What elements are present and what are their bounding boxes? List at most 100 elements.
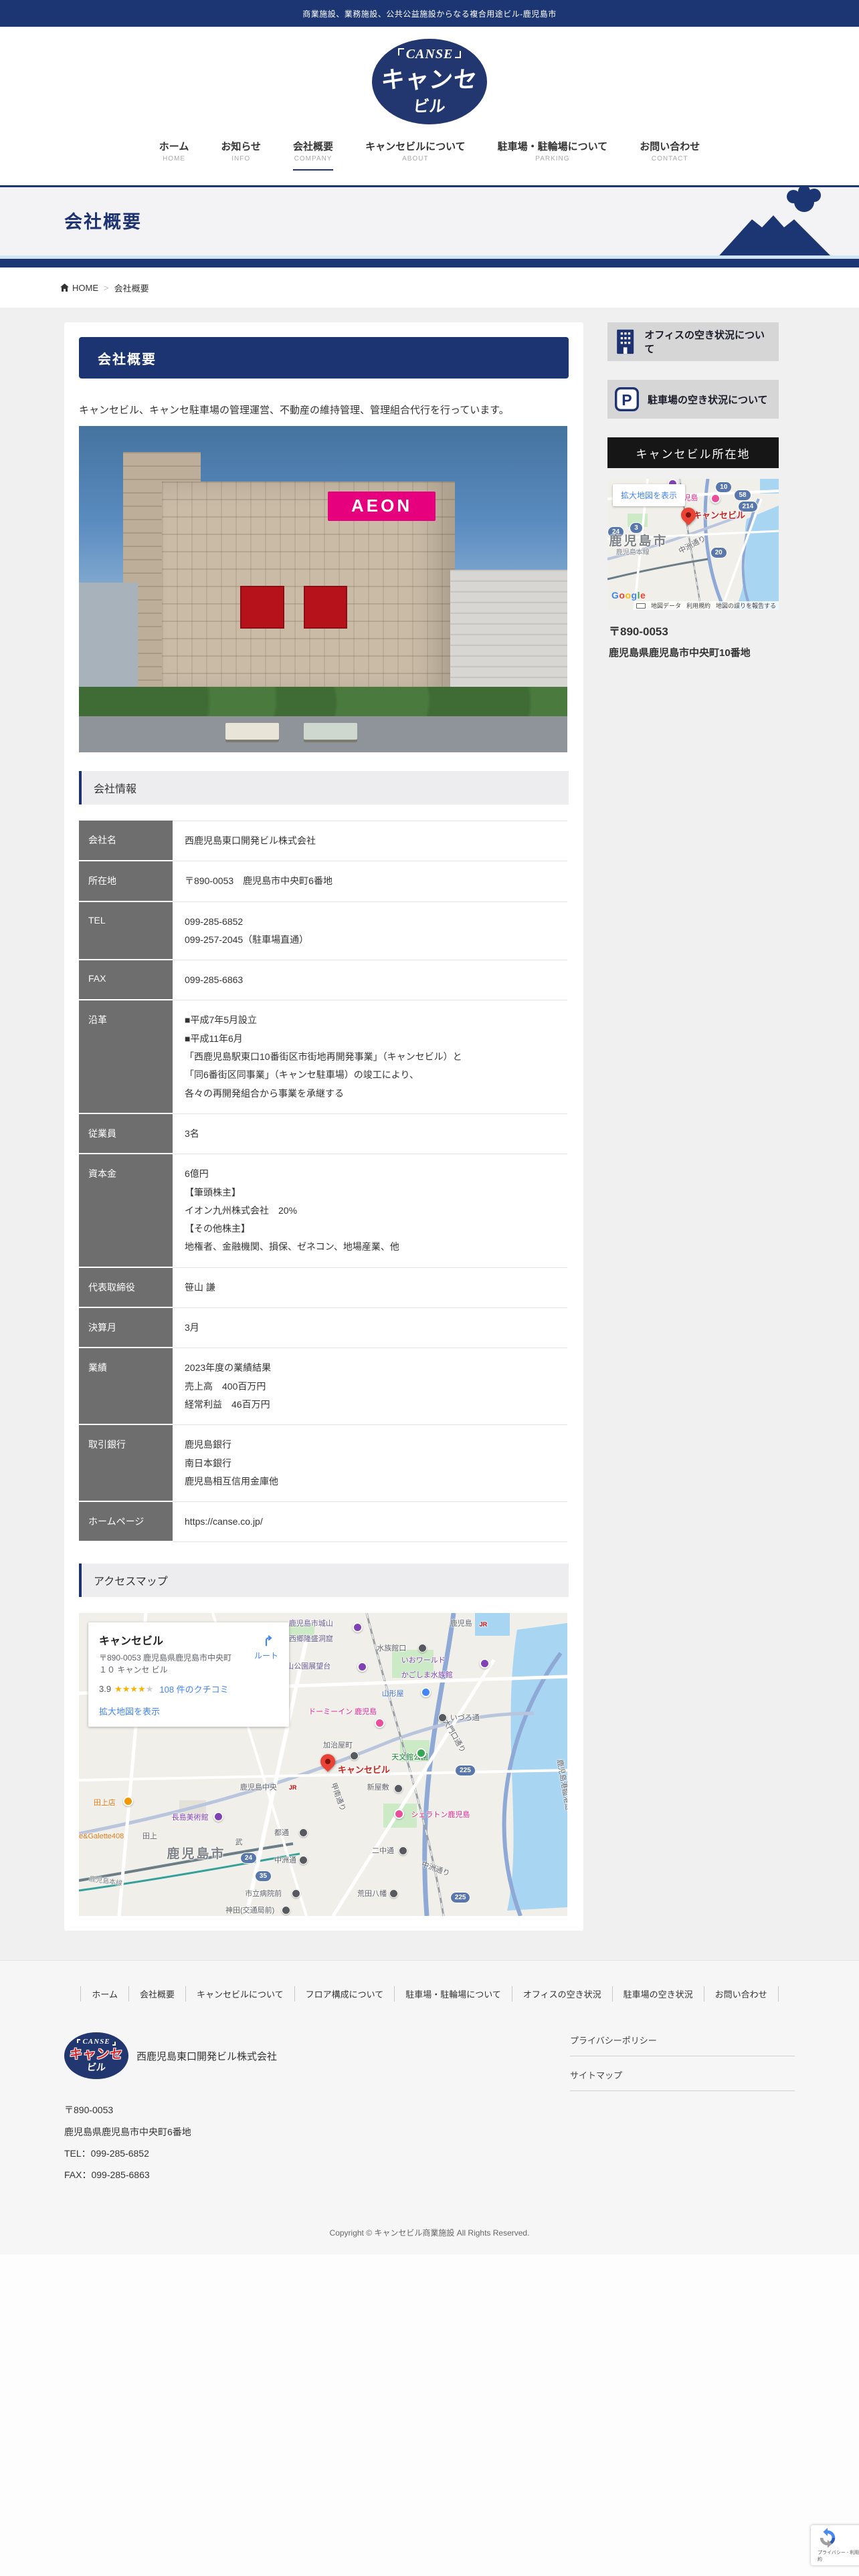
map-label: 加治屋町	[323, 1741, 353, 1749]
logo-bracket-icon	[397, 48, 404, 56]
expand-map-button[interactable]: 拡大地図を表示	[613, 484, 686, 506]
top-tagline-bar: 商業施設、業務施設、公共公益施設からなる複合用途ビル-鹿児島市	[0, 0, 859, 27]
privacy-policy-link[interactable]: プライバシーポリシー	[570, 2034, 795, 2057]
building-icon	[617, 329, 634, 354]
breadcrumb-home-link[interactable]: HOME	[60, 283, 98, 293]
footer-left: CANSE キャンセ ビル 西鹿児島東口開発ビル株式会社 〒890-0053 鹿…	[64, 2032, 277, 2185]
nav-item-parking[interactable]: 駐車場・駐輪場について PARKING	[498, 139, 608, 171]
table-row: FAX 099-285-6863	[79, 960, 567, 1001]
parking-icon: P	[615, 387, 639, 411]
table-row: 代表取締役 笹山 謙	[79, 1267, 567, 1309]
row-label: FAX	[79, 960, 173, 1001]
footer-logo-suffix: ビル	[86, 2062, 106, 2073]
map-label: 武	[235, 1838, 243, 1846]
map-label: いづろ通	[450, 1713, 480, 1722]
map-poi-icon	[122, 1796, 133, 1807]
footer-tel: TEL：099-285-6852	[64, 2147, 149, 2159]
sidebar-postal-code: 〒890-0053	[609, 625, 668, 638]
nav-item-about[interactable]: キャンセビルについて ABOUT	[365, 139, 466, 171]
photo-building-right	[450, 569, 567, 707]
map-label: JR	[479, 1620, 488, 1628]
row-label: 所在地	[79, 861, 173, 902]
office-vacancy-button[interactable]: オフィスの空き状況について	[607, 322, 779, 361]
site-header: CANSE キャンセ ビル ホーム HOME お知らせ INFO 会社概要 COMPANY…	[0, 27, 859, 185]
map-data-label[interactable]: 地図データ	[651, 601, 681, 610]
row-value: 099-285-6863	[173, 960, 567, 1001]
nav-item-home[interactable]: ホーム HOME	[159, 139, 189, 171]
route-button[interactable]: ルート	[254, 1633, 278, 1661]
location-heading: キャンセビル所在地	[607, 437, 779, 468]
row-value: ■平成7年5月設立 ■平成11年6月 「西鹿児島駅東口10番街区市街地再開発事業」（…	[173, 1000, 567, 1114]
map-poi-icon	[352, 1622, 363, 1632]
map-label: 都通	[274, 1829, 289, 1838]
footer-link[interactable]: お問い合わせ	[703, 1986, 779, 2002]
table-row: 資本金 6億円 【筆頭株主】 イオン九州株式会社 20% 【その他株主】 地権者、金融機関…	[79, 1154, 567, 1268]
logo-bracket-icon	[77, 2039, 81, 2044]
row-label: 沿革	[79, 1000, 173, 1114]
map-label: 鹿児島	[450, 1620, 472, 1628]
photo-trees	[79, 687, 567, 717]
site-logo[interactable]: CANSE キャンセ ビル	[372, 39, 487, 124]
footer-link[interactable]: 会社概要	[128, 1986, 185, 2002]
map-label: 荒田八幡	[357, 1889, 387, 1898]
logo-en-row: CANSE	[397, 47, 462, 62]
map-label: e&Galette408	[79, 1832, 124, 1840]
nav-item-contact[interactable]: お問い合わせ CONTACT	[640, 139, 700, 171]
footer-postal: 〒890-0053	[64, 2105, 114, 2116]
sitemap-link[interactable]: サイトマップ	[570, 2068, 795, 2092]
recaptcha-icon	[820, 2528, 836, 2548]
map-label: 田上店	[93, 1798, 116, 1807]
card-title: 会社概要	[79, 337, 569, 379]
footer-link[interactable]: オフィスの空き状況	[511, 1986, 612, 2002]
report-error-link[interactable]: 地図の誤りを報告する	[716, 601, 776, 610]
table-row: 沿革 ■平成7年5月設立 ■平成11年6月 「西鹿児島駅東口10番街区市街地再開発事業…	[79, 1000, 567, 1114]
map-label: キャンセビル	[337, 1764, 390, 1775]
map-poi-icon	[357, 1661, 368, 1672]
map-poi-icon	[415, 1748, 426, 1758]
row-label: 会社名	[79, 821, 173, 862]
section-company-info: 会社情報	[79, 771, 569, 804]
recaptcha-badge[interactable]: プライバシー - 利用規約	[811, 2525, 859, 2565]
parking-vacancy-button[interactable]: P 駐車場の空き状況について	[607, 380, 779, 419]
map-poi-icon	[389, 1889, 398, 1898]
row-value: 〒890-0053 鹿児島市中央町6番地	[173, 861, 567, 902]
footer-address-block: 〒890-0053 鹿児島県鹿児島市中央町6番地 TEL：099-285-685…	[64, 2099, 277, 2185]
row-value: 3月	[173, 1308, 567, 1349]
access-map[interactable]: キャンセビル 〒890-0053 鹿児島県鹿児島市中央町 １０ キャンセ ビル …	[79, 1613, 567, 1917]
table-row: 従業員 3名	[79, 1113, 567, 1155]
map-label: 鹿児島市	[167, 1847, 226, 1862]
star-icon: ★	[138, 1683, 146, 1694]
footer-link[interactable]: 駐車場・駐輪場について	[394, 1986, 512, 2002]
map-poi-icon	[350, 1751, 359, 1760]
aeon-sign: AEON	[328, 491, 436, 521]
map-poi-icon	[710, 493, 721, 504]
main-nav: ホーム HOME お知らせ INFO 会社概要 COMPANY キャンセビルについて ABOU…	[159, 139, 700, 171]
footer-address: 鹿児島県鹿児島市中央町6番地	[64, 2126, 191, 2137]
footer-link[interactable]: フロア構成について	[294, 1986, 395, 2002]
map-label: かごしま水族館	[401, 1671, 453, 1680]
map-poi-icon	[418, 1643, 427, 1652]
sidebar: オフィスの空き状況について P 駐車場の空き状況について キャンセビル所在地 拡…	[607, 322, 779, 659]
google-logo[interactable]: Google	[611, 590, 646, 601]
map-label: 35	[254, 1870, 272, 1883]
row-value: 笹山 謙	[173, 1267, 567, 1309]
map-label: 24	[240, 1852, 258, 1864]
map-poi-icon	[421, 1687, 431, 1698]
footer-link[interactable]: キャンセビルについて	[185, 1986, 294, 2002]
section-access-map: アクセスマップ	[79, 1564, 569, 1598]
nav-item-company[interactable]: 会社概要 COMPANY	[293, 139, 334, 171]
footer-link[interactable]: ホーム	[80, 1986, 128, 2002]
map-poi-icon	[399, 1846, 408, 1856]
star-icon: ★	[130, 1683, 138, 1694]
expand-map-link[interactable]: 拡大地図を表示	[99, 1705, 278, 1717]
table-row: 業績 2023年度の業績結果 売上高 400百万円 経常利益 46百万円	[79, 1348, 567, 1426]
terms-link[interactable]: 利用規約	[686, 601, 710, 610]
location-map[interactable]: 拡大地図を表示 Google 地図データ 利用規約 地図の誤りを報告する 鹿児島…	[607, 479, 779, 610]
map-label: JR	[288, 1784, 297, 1792]
reviews-link[interactable]: 108 件のクチコミ	[159, 1683, 228, 1695]
map-card-title: キャンセビル	[99, 1636, 164, 1648]
footer-link[interactable]: 駐車場の空き状況	[611, 1986, 704, 2002]
map-poi-icon	[374, 1717, 385, 1728]
footer-logo[interactable]: CANSE キャンセ ビル	[64, 2032, 128, 2080]
nav-item-info[interactable]: お知らせ INFO	[221, 139, 261, 171]
